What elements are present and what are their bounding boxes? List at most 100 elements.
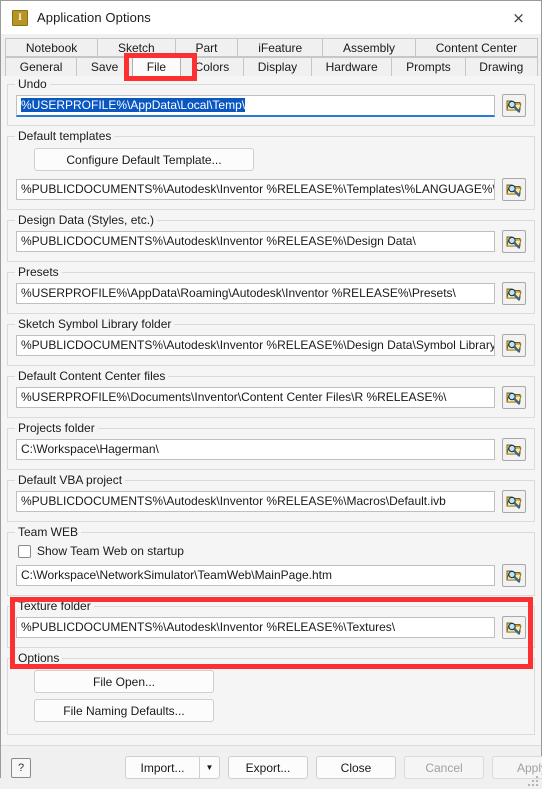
group-sketch-symbol-library: Sketch Symbol Library folder %PUBLICDOCU… [7, 318, 535, 366]
group-default-content-center: Default Content Center files %USERPROFIL… [7, 370, 535, 418]
content-center-row: %USERPROFILE%\Documents\Inventor\Content… [16, 386, 526, 409]
group-presets: Presets %USERPROFILE%\AppData\Roaming\Au… [7, 266, 535, 314]
folder-search-icon [506, 340, 522, 353]
tab-sketch[interactable]: Sketch [97, 38, 176, 57]
configure-default-template-button[interactable]: Configure Default Template... [34, 148, 254, 171]
vba-path-input[interactable]: %PUBLICDOCUMENTS%\Autodesk\Inventor %REL… [16, 491, 495, 512]
team-web-path-input[interactable]: C:\Workspace\NetworkSimulator\TeamWeb\Ma… [16, 565, 495, 586]
design-data-browse-button[interactable] [502, 230, 526, 253]
undo-row: %USERPROFILE%\AppData\Local\Temp\ [16, 94, 526, 117]
file-open-button[interactable]: File Open... [34, 670, 214, 693]
group-design-data: Design Data (Styles, etc.) %PUBLICDOCUME… [7, 214, 535, 262]
tab-strip: Notebook Sketch Part iFeature Assembly C… [1, 34, 541, 77]
tab-file[interactable]: File [132, 56, 181, 77]
group-texture-folder: Texture folder %PUBLICDOCUMENTS%\Autodes… [7, 600, 535, 648]
group-default-vba-project: Default VBA project %PUBLICDOCUMENTS%\Au… [7, 474, 535, 522]
tab-ifeature[interactable]: iFeature [237, 38, 324, 57]
sketch-symbol-row: %PUBLICDOCUMENTS%\Autodesk\Inventor %REL… [16, 334, 526, 357]
file-naming-defaults-button[interactable]: File Naming Defaults... [34, 699, 214, 722]
design-data-row: %PUBLICDOCUMENTS%\Autodesk\Inventor %REL… [16, 230, 526, 253]
tab-content-center[interactable]: Content Center [414, 38, 539, 57]
projects-browse-button[interactable] [502, 438, 526, 461]
close-button[interactable]: Close [316, 756, 396, 779]
tab-assembly[interactable]: Assembly [322, 38, 416, 57]
close-icon[interactable]: × [496, 1, 541, 34]
tab-save[interactable]: Save [76, 57, 134, 76]
folder-search-icon [506, 184, 522, 197]
default-templates-path-input[interactable]: %PUBLICDOCUMENTS%\Autodesk\Inventor %REL… [16, 179, 495, 200]
group-projects-folder-label: Projects folder [15, 422, 98, 435]
team-web-row: C:\Workspace\NetworkSimulator\TeamWeb\Ma… [16, 564, 526, 587]
chevron-down-icon[interactable]: ▼ [199, 756, 220, 779]
group-default-vba-project-label: Default VBA project [15, 474, 126, 487]
show-team-web-on-startup-row[interactable]: Show Team Web on startup [18, 544, 526, 558]
texture-path-input[interactable]: %PUBLICDOCUMENTS%\Autodesk\Inventor %REL… [16, 617, 495, 638]
resize-grip-icon[interactable] [527, 775, 538, 786]
undo-path-input[interactable]: %USERPROFILE%\AppData\Local\Temp\ [16, 94, 495, 117]
folder-search-icon [506, 392, 522, 405]
export-button[interactable]: Export... [228, 756, 308, 779]
folder-search-icon [506, 496, 522, 509]
group-sketch-symbol-library-label: Sketch Symbol Library folder [15, 318, 175, 331]
group-team-web: Team WEB Show Team Web on startup C:\Wor… [7, 526, 535, 596]
vba-browse-button[interactable] [502, 490, 526, 513]
texture-row: %PUBLICDOCUMENTS%\Autodesk\Inventor %REL… [16, 616, 526, 639]
import-split-button[interactable]: Import... ▼ [125, 756, 220, 779]
footer-button-group: Import... ▼ Export... Close Cancel Apply [125, 756, 542, 779]
folder-search-icon [506, 622, 522, 635]
file-tab-panel: Undo %USERPROFILE%\AppData\Local\Temp\ D… [1, 76, 541, 745]
tab-display[interactable]: Display [243, 57, 312, 76]
tab-row-primary: Notebook Sketch Part iFeature Assembly C… [5, 38, 539, 57]
content-center-path-input[interactable]: %USERPROFILE%\Documents\Inventor\Content… [16, 387, 495, 408]
group-options-label: Options [15, 652, 63, 665]
cancel-button: Cancel [404, 756, 484, 779]
tab-notebook[interactable]: Notebook [5, 38, 99, 57]
tab-general[interactable]: General [5, 57, 78, 76]
presets-row: %USERPROFILE%\AppData\Roaming\Autodesk\I… [16, 282, 526, 305]
window-title: Application Options [37, 10, 151, 25]
group-default-templates-label: Default templates [15, 130, 115, 143]
help-icon[interactable]: ? [11, 757, 31, 778]
show-team-web-label: Show Team Web on startup [37, 544, 184, 558]
texture-browse-button[interactable] [502, 616, 526, 639]
vba-row: %PUBLICDOCUMENTS%\Autodesk\Inventor %REL… [16, 490, 526, 513]
undo-browse-button[interactable] [502, 94, 526, 117]
design-data-path-input[interactable]: %PUBLICDOCUMENTS%\Autodesk\Inventor %REL… [16, 231, 495, 252]
content-center-browse-button[interactable] [502, 386, 526, 409]
group-options: Options File Open... File Naming Default… [7, 652, 535, 735]
tab-row-secondary: General Save File Colors Display Hardwar… [5, 56, 539, 77]
application-options-dialog: I Application Options × Notebook Sketch … [0, 0, 542, 789]
group-default-content-center-label: Default Content Center files [15, 370, 169, 383]
group-presets-label: Presets [15, 266, 62, 279]
undo-path-value: %USERPROFILE%\AppData\Local\Temp\ [21, 97, 246, 112]
show-team-web-checkbox[interactable] [18, 544, 31, 558]
group-design-data-label: Design Data (Styles, etc.) [15, 214, 158, 227]
tab-prompts[interactable]: Prompts [391, 57, 466, 76]
tab-drawing[interactable]: Drawing [464, 57, 539, 76]
team-web-browse-button[interactable] [502, 564, 526, 587]
dialog-footer: ? Import... ▼ Export... Close Cancel App… [1, 745, 542, 789]
group-default-templates: Default templates Configure Default Temp… [7, 130, 535, 210]
folder-search-icon [506, 570, 522, 583]
app-logo-icon: I [12, 9, 28, 26]
title-bar: I Application Options × [1, 1, 541, 34]
sketch-symbol-browse-button[interactable] [502, 334, 526, 357]
group-projects-folder: Projects folder C:\Workspace\Hagerman\ [7, 422, 535, 470]
default-templates-browse-button[interactable] [502, 178, 526, 201]
group-undo-label: Undo [15, 78, 50, 91]
tab-hardware[interactable]: Hardware [310, 57, 393, 76]
folder-search-icon [506, 236, 522, 249]
default-templates-row: %PUBLICDOCUMENTS%\Autodesk\Inventor %REL… [16, 178, 526, 201]
group-team-web-label: Team WEB [15, 526, 82, 539]
tab-colors[interactable]: Colors [179, 57, 245, 76]
group-undo: Undo %USERPROFILE%\AppData\Local\Temp\ [7, 78, 535, 126]
projects-path-input[interactable]: C:\Workspace\Hagerman\ [16, 439, 495, 460]
sketch-symbol-path-input[interactable]: %PUBLICDOCUMENTS%\Autodesk\Inventor %REL… [16, 335, 495, 356]
tab-part[interactable]: Part [174, 38, 239, 57]
group-texture-folder-label: Texture folder [15, 600, 94, 613]
presets-browse-button[interactable] [502, 282, 526, 305]
projects-row: C:\Workspace\Hagerman\ [16, 438, 526, 461]
import-button[interactable]: Import... [125, 756, 199, 779]
folder-search-icon [506, 100, 522, 113]
presets-path-input[interactable]: %USERPROFILE%\AppData\Roaming\Autodesk\I… [16, 283, 495, 304]
